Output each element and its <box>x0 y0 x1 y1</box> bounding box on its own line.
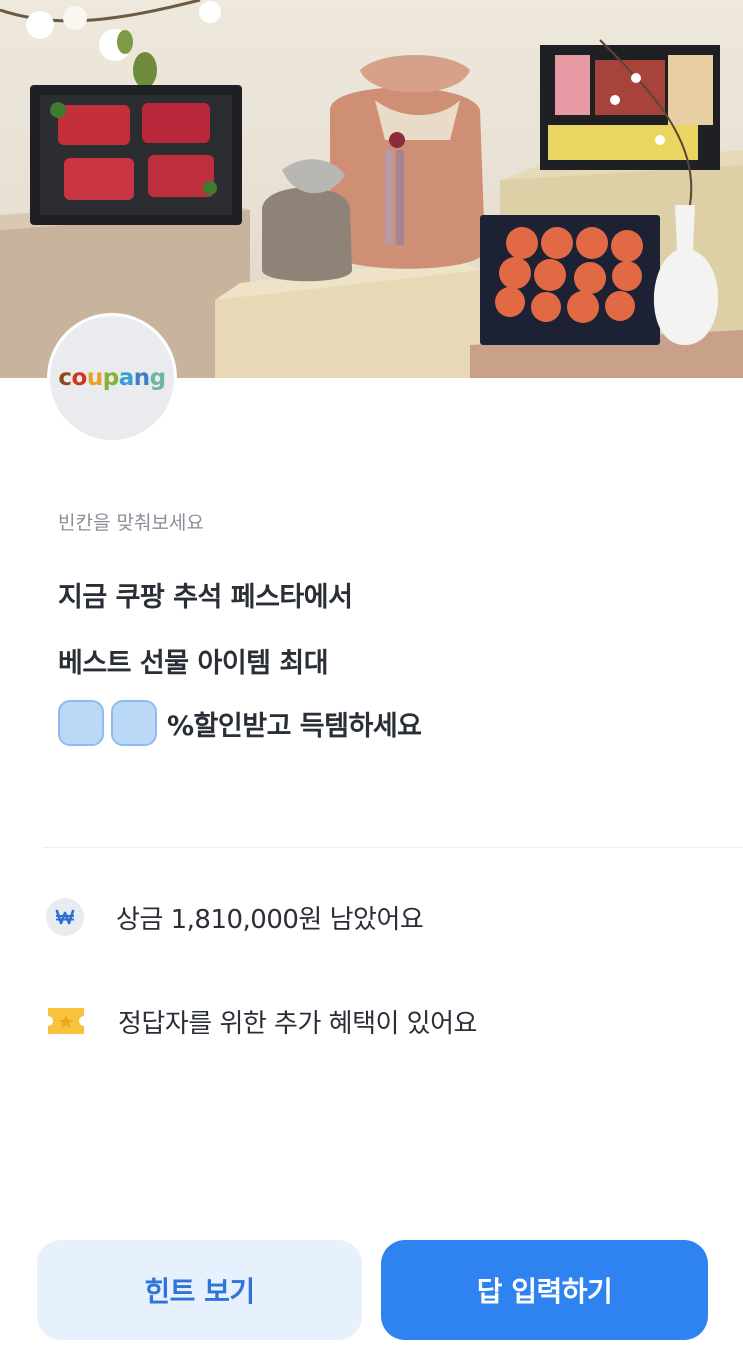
quiz-instruction: 빈칸을 맞춰보세요 <box>58 512 204 534</box>
quiz-question-line-1: 지금 쿠팡 추석 페스타에서 <box>58 582 353 613</box>
logo-letter: g <box>149 365 166 391</box>
quiz-question-line-3: %할인받고 득템하세요 <box>58 700 422 746</box>
won-coin-icon <box>46 898 84 936</box>
hint-button[interactable]: 힌트 보기 <box>37 1240 362 1340</box>
logo-letter: p <box>102 365 119 391</box>
quiz-question-suffix: %할인받고 득템하세요 <box>167 710 422 742</box>
bonus-benefit-text: 정답자를 위한 추가 혜택이 있어요 <box>118 1008 477 1039</box>
coupang-logo: coupang <box>47 313 177 443</box>
logo-letter: o <box>71 365 88 391</box>
section-divider <box>43 847 743 848</box>
prize-remaining-text: 상금 1,810,000원 남았어요 <box>116 904 424 935</box>
answer-blank-1 <box>58 700 104 746</box>
quiz-question-line-2: 베스트 선물 아이템 최대 <box>58 648 329 679</box>
coupang-wordmark: coupang <box>58 365 166 391</box>
ticket-icon <box>46 1001 86 1041</box>
logo-letter: a <box>118 365 135 391</box>
enter-answer-button[interactable]: 답 입력하기 <box>381 1240 708 1340</box>
bonus-info-row: 정답자를 위한 추가 혜택이 있어요 <box>46 1001 477 1041</box>
logo-letter: n <box>133 365 150 391</box>
answer-blank-2 <box>111 700 157 746</box>
logo-letter: c <box>58 365 72 391</box>
prize-info-row: 상금 1,810,000원 남았어요 <box>46 898 424 936</box>
logo-letter: u <box>86 365 103 391</box>
